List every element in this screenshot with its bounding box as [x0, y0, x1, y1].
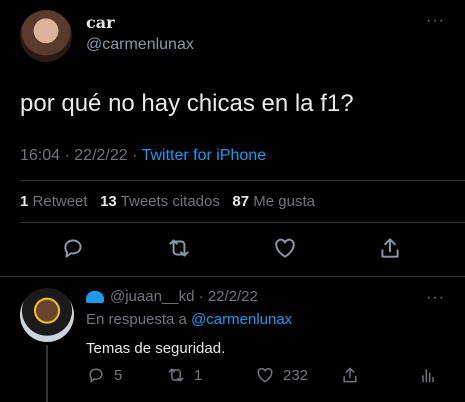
meta-separator: ·: [194, 288, 208, 305]
share-icon[interactable]: [377, 235, 403, 261]
author-handle[interactable]: @carmenlunax: [86, 36, 194, 54]
quotes-count: 13: [100, 193, 117, 210]
cap-emoji-icon: [86, 291, 104, 304]
author-display-name[interactable]: car: [86, 13, 115, 32]
author-avatar[interactable]: [20, 10, 72, 62]
meta-separator: ·: [60, 147, 75, 164]
share-icon: [343, 367, 357, 383]
reply-like-button[interactable]: 232: [255, 364, 308, 386]
retweets-count: 1: [20, 193, 29, 210]
heart-icon[interactable]: [272, 235, 298, 261]
reply-author-handle[interactable]: @juaan__kd: [110, 288, 194, 305]
heart-icon: [257, 367, 273, 383]
tweet-meta: 16:04 · 22/2/22 · Twitter for iPhone: [20, 147, 266, 165]
reply-to-mention[interactable]: @carmenlunax: [191, 311, 292, 328]
reply-reply-button[interactable]: 5: [86, 364, 122, 386]
tweet-date[interactable]: 22/2/22: [74, 147, 127, 164]
reply-retweet-button[interactable]: 1: [166, 364, 202, 386]
tweet-stats: 1 Retweet 13 Tweets citados 87 Me gusta: [20, 193, 315, 210]
divider: [20, 180, 465, 181]
reply-more-options-icon[interactable]: ···: [426, 289, 445, 307]
more-options-icon[interactable]: ···: [426, 12, 445, 30]
meta-separator: ·: [127, 147, 142, 164]
tweet-time[interactable]: 16:04: [20, 147, 60, 164]
reply-context: En respuesta a @carmenlunax: [86, 311, 292, 328]
retweet-icon[interactable]: [166, 235, 192, 261]
reply-icon: [89, 368, 103, 383]
divider: [20, 222, 465, 223]
likes-count: 87: [232, 193, 250, 210]
quotes-label: Tweets citados: [120, 193, 220, 210]
reply-header: @juaan__kd · 22/2/22: [86, 288, 258, 305]
reply-to-label: En respuesta a: [86, 311, 187, 328]
tweet-source[interactable]: Twitter for iPhone: [142, 147, 267, 164]
reply-replies-count: 5: [114, 366, 123, 384]
tweet-actions: [0, 235, 465, 265]
reply-share-button[interactable]: [340, 364, 368, 386]
reply-likes-count: 232: [283, 366, 309, 384]
reply-text: Temas de seguridad.: [86, 340, 226, 357]
retweets-stat[interactable]: 1 Retweet: [20, 193, 88, 210]
reply-analytics-button[interactable]: [418, 364, 446, 386]
reply-icon[interactable]: [60, 235, 86, 261]
tweet-text: por qué no hay chicas en la f1?: [20, 90, 354, 117]
analytics-icon: [422, 369, 434, 383]
thread-line: [46, 345, 48, 402]
likes-label: Me gusta: [253, 193, 315, 210]
reply-retweets-count: 1: [194, 366, 203, 384]
retweet-icon: [168, 368, 184, 382]
reply-date[interactable]: 22/2/22: [208, 288, 258, 305]
quotes-stat[interactable]: 13 Tweets citados: [100, 193, 220, 210]
reply-author-avatar[interactable]: [20, 288, 74, 342]
retweets-label: Retweet: [32, 193, 88, 210]
divider: [0, 276, 465, 277]
likes-stat[interactable]: 87 Me gusta: [232, 193, 315, 210]
